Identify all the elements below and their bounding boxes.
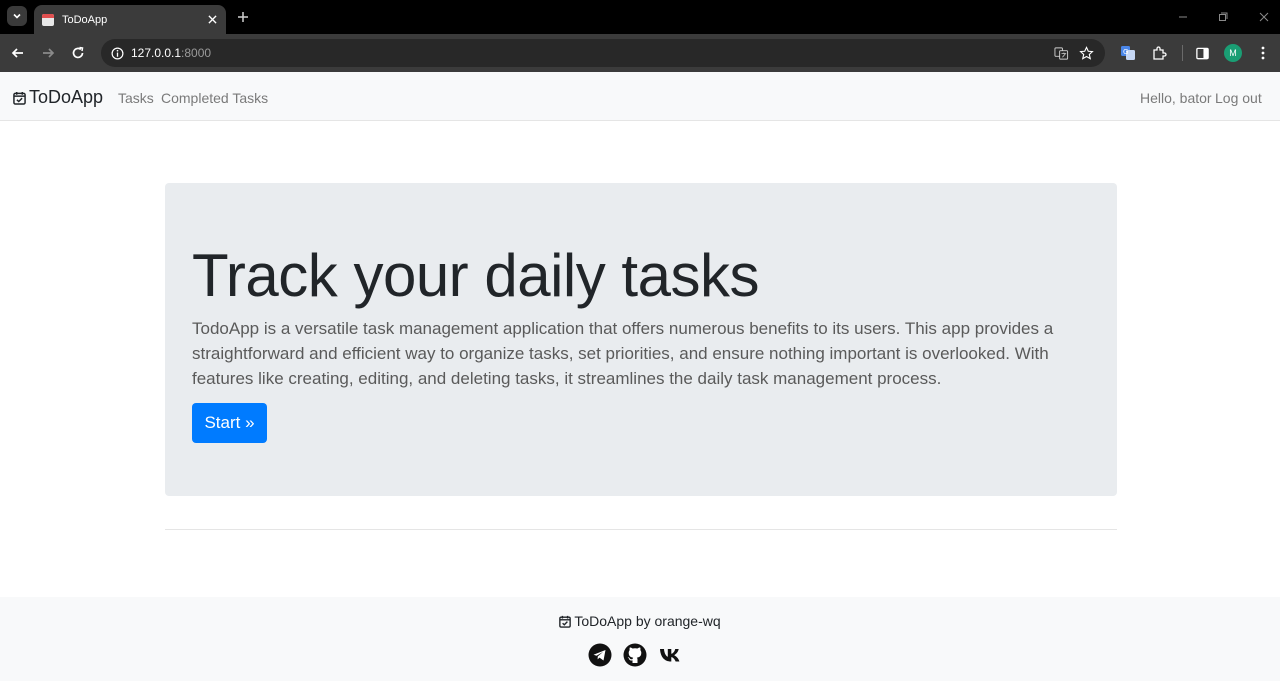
brand-link[interactable]: ToDoApp <box>13 87 103 108</box>
vk-icon[interactable] <box>658 643 686 667</box>
reload-icon <box>72 46 84 59</box>
restore-icon <box>1219 12 1228 21</box>
kebab-menu-icon <box>1261 46 1265 60</box>
plus-icon <box>238 12 248 22</box>
side-panel-icon[interactable] <box>1192 43 1212 63</box>
user-greeting: Hello, bator <box>1140 90 1212 106</box>
github-icon[interactable] <box>623 643 647 667</box>
toolbar-divider <box>1182 45 1183 61</box>
chevron-down-icon <box>13 13 21 19</box>
hero-jumbotron: Track your daily tasks TodoApp is a vers… <box>165 183 1117 496</box>
url-text: 127.0.0.1:8000 <box>131 46 211 60</box>
minimize-icon <box>1179 16 1187 18</box>
browser-tab[interactable]: ToDoApp <box>34 5 226 34</box>
google-translate-extension-icon[interactable]: G <box>1118 43 1138 63</box>
telegram-icon[interactable] <box>588 643 612 667</box>
start-button[interactable]: Start » <box>192 403 267 443</box>
browser-tab-bar: ToDoApp <box>0 0 1280 34</box>
restore-button[interactable] <box>1214 8 1232 26</box>
forward-button[interactable] <box>38 43 58 63</box>
site-info-icon[interactable] <box>109 45 125 61</box>
close-icon <box>207 15 217 24</box>
calendar-check-icon <box>13 91 26 105</box>
calendar-favicon-icon <box>42 13 54 26</box>
address-bar[interactable]: 127.0.0.1:8000 <box>101 39 1105 67</box>
content-divider <box>165 529 1117 530</box>
arrow-left-icon <box>11 48 23 58</box>
url-port: :8000 <box>181 46 212 60</box>
hero-title: Track your daily tasks <box>192 242 759 309</box>
reload-button[interactable] <box>68 43 88 63</box>
hero-description: TodoApp is a versatile task management a… <box>192 319 1054 388</box>
nav-link-tasks[interactable]: Tasks <box>118 90 154 106</box>
back-button[interactable] <box>8 43 28 63</box>
tab-title: ToDoApp <box>62 13 108 26</box>
calendar-check-icon <box>559 615 572 628</box>
close-icon <box>1259 12 1269 22</box>
footer-credit-text: ToDoApp by orange-wq <box>574 613 721 629</box>
arrow-right-icon <box>43 48 55 58</box>
brand-name: ToDoApp <box>29 87 104 107</box>
url-host: 127.0.0.1 <box>131 46 182 60</box>
nav-link-completed-tasks[interactable]: Completed Tasks <box>161 90 268 106</box>
minimize-button[interactable] <box>1174 8 1192 26</box>
extensions-puzzle-icon[interactable] <box>1149 43 1169 63</box>
translate-icon[interactable] <box>1051 43 1071 63</box>
footer-credit: ToDoApp by orange-wq <box>0 613 1280 629</box>
tab-search-button[interactable] <box>7 6 27 26</box>
svg-text:G: G <box>1123 48 1128 56</box>
browser-menu-button[interactable] <box>1253 43 1273 63</box>
bookmark-star-icon[interactable] <box>1076 43 1096 63</box>
profile-avatar[interactable]: M <box>1224 44 1242 62</box>
browser-toolbar: 127.0.0.1:8000 G M <box>0 34 1280 72</box>
site-navbar: ToDoApp Tasks Completed Tasks Hello, bat… <box>0 72 1280 121</box>
close-window-button[interactable] <box>1255 8 1273 26</box>
new-tab-button[interactable] <box>234 8 252 26</box>
tab-close-button[interactable] <box>204 12 220 28</box>
logout-link[interactable]: Log out <box>1215 90 1262 106</box>
site-footer: ToDoApp by orange-wq <box>0 597 1280 681</box>
